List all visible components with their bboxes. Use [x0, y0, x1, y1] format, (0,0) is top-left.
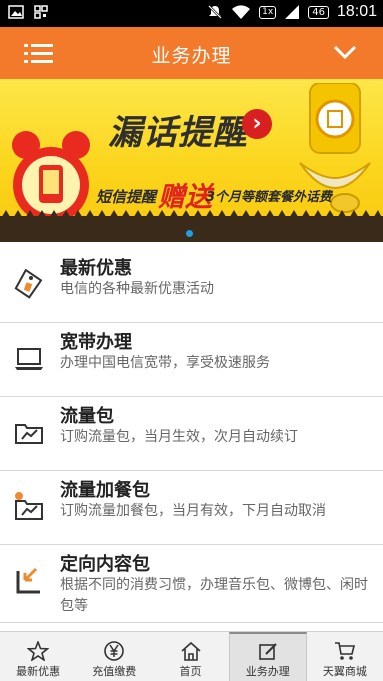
banner-sub-right: 3个月等额套餐外话费 — [206, 190, 333, 205]
app-header: 业务办理 — [0, 27, 383, 79]
wifi-icon — [232, 5, 251, 19]
cart-icon — [334, 642, 355, 660]
folder-chart-plus-icon — [15, 492, 43, 520]
nav-label: 天翼商城 — [322, 665, 367, 678]
service-title: 最新优惠 — [60, 258, 132, 279]
mute-icon — [208, 5, 223, 19]
nav-home[interactable]: 首页 — [152, 632, 228, 681]
service-title: 宽带办理 — [60, 332, 132, 353]
service-title: 定向内容包 — [60, 554, 150, 575]
laptop-icon — [15, 348, 43, 370]
nav-recharge[interactable]: 充值缴费 — [76, 632, 152, 681]
status-bar: 1x 46 18:01 — [0, 0, 383, 27]
service-item-data-addon[interactable]: 流量加餐包 订购流量加餐包，当月有效，下月自动取消 — [0, 471, 383, 545]
page-title: 业务办理 — [151, 45, 232, 67]
service-description: 根据不同的消费习惯，办理音乐包、微博包、闲时包等 — [60, 577, 368, 614]
nav-label: 最新优惠 — [16, 665, 61, 678]
folder-chart-icon — [15, 424, 43, 444]
star-icon — [27, 641, 50, 661]
service-list: 最新优惠 电信的各种最新优惠活动 宽带办理 办理中国电信宽带，享受极速服务 流量… — [0, 249, 383, 623]
clock: 18:01 — [336, 3, 377, 20]
nav-business[interactable]: 业务办理 — [228, 632, 307, 681]
bottom-nav: 最新优惠 充值缴费 首页 业务办理 天翼商城 — [0, 631, 383, 681]
nav-label: 业务办理 — [245, 665, 290, 678]
nav-mall[interactable]: 天翼商城 — [307, 632, 383, 681]
service-title: 流量包 — [60, 406, 114, 427]
price-tag-icon — [14, 269, 43, 299]
image-notification-icon — [8, 5, 24, 19]
home-icon — [180, 641, 201, 661]
service-item-latest-offers[interactable]: 最新优惠 电信的各种最新优惠活动 — [0, 249, 383, 323]
service-item-broadband[interactable]: 宽带办理 办理中国电信宽带，享受极速服务 — [0, 323, 383, 397]
service-title: 流量加餐包 — [60, 480, 150, 501]
chevron-down-icon[interactable] — [333, 44, 357, 60]
battery-icon: 46 — [308, 5, 329, 19]
banner-headline: 漏话提醒 — [108, 113, 248, 153]
edit-icon — [258, 643, 277, 660]
service-item-content-pack[interactable]: 定向内容包 根据不同的消费习惯，办理音乐包、微博包、闲时包等 — [0, 545, 383, 623]
banner-arrow-icon[interactable]: › — [242, 109, 272, 139]
qr-notification-icon — [34, 5, 48, 19]
nav-label: 充值缴费 — [92, 665, 137, 678]
service-item-data-pack[interactable]: 流量包 订购流量包，当月生效，次月自动续订 — [0, 397, 383, 471]
nav-label: 首页 — [179, 665, 202, 678]
banner-footer-strip — [0, 216, 383, 242]
yen-icon — [104, 641, 125, 661]
service-description: 电信的各种最新优惠活动 — [60, 281, 214, 297]
promo-banner[interactable]: 漏话提醒 › 短信提醒 赠送 3个月等额套餐外话费 — [0, 79, 383, 242]
content-pack-icon — [16, 567, 40, 594]
banner-sub-highlight: 赠送 — [158, 182, 212, 213]
service-description: 订购流量包，当月生效，次月自动续订 — [60, 429, 298, 445]
service-description: 订购流量加餐包，当月有效，下月自动取消 — [60, 503, 326, 519]
network-type-badge: 1x — [259, 5, 277, 19]
service-description: 办理中国电信宽带，享受极速服务 — [60, 355, 270, 371]
nav-latest-offers[interactable]: 最新优惠 — [0, 632, 76, 681]
banner-sub-left: 短信提醒 — [96, 188, 157, 206]
signal-icon — [285, 5, 300, 19]
carousel-indicator[interactable] — [186, 230, 193, 237]
